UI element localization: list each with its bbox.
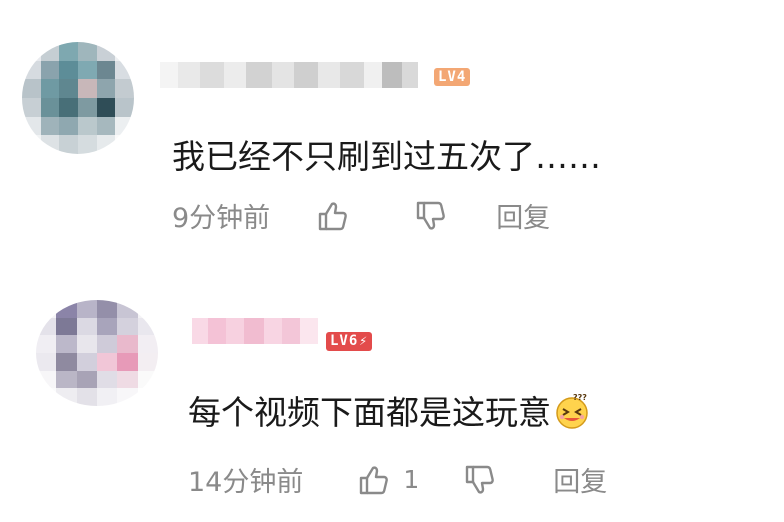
- thumbs-down-icon: [466, 465, 495, 494]
- like-button[interactable]: [357, 463, 391, 497]
- emoji-squint-icon: ???: [556, 393, 588, 429]
- comment-meta: 14分钟前 1 回复: [188, 460, 607, 499]
- timestamp: 14分钟前: [188, 467, 304, 498]
- thumbs-up-icon: [360, 465, 389, 494]
- comment-text: 每个视频下面都是这玩意 ???: [188, 386, 591, 434]
- username[interactable]: [192, 318, 318, 344]
- level-badge: LV6⚡: [326, 332, 373, 351]
- reply-button[interactable]: 回复: [553, 460, 607, 499]
- avatar[interactable]: [36, 300, 158, 406]
- like-count: 1: [403, 465, 420, 494]
- svg-text:???: ???: [573, 393, 587, 402]
- dislike-button[interactable]: [463, 463, 497, 497]
- lightning-icon: ⚡: [359, 334, 369, 349]
- comment-item: LV6⚡ 每个视频下面都是这玩意 ??? 14分钟前 1 回复: [0, 0, 784, 522]
